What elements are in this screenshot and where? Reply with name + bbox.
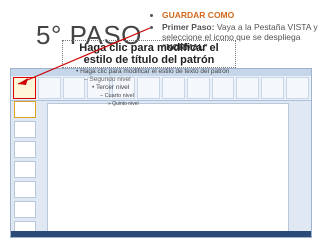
pointer-arrow	[17, 27, 151, 85]
